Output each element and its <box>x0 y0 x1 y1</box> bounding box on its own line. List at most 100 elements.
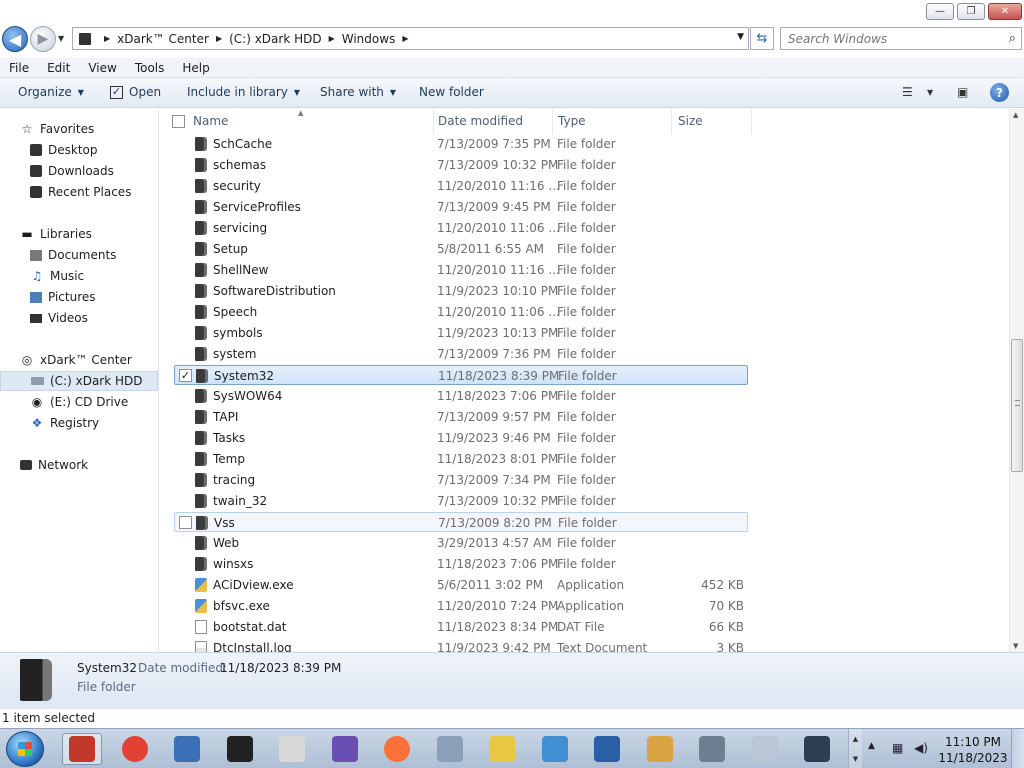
clock[interactable]: 11:10 PM 11/18/2023 <box>938 734 1008 766</box>
taskbar-app-button[interactable] <box>535 733 575 765</box>
select-all-checkbox[interactable] <box>172 115 185 128</box>
column-header-name[interactable]: Name <box>193 114 429 131</box>
file-row[interactable]: SchCache 7/13/2009 7:35 PM File folder <box>174 134 748 154</box>
nav-c-drive[interactable]: (C:) xDark HDD <box>0 371 158 391</box>
file-row[interactable]: Temp 11/18/2023 8:01 PM File folder <box>174 449 748 469</box>
taskbar-app-button[interactable] <box>482 733 522 765</box>
file-row[interactable]: security 11/20/2010 11:16 ... File folder <box>174 176 748 196</box>
file-row[interactable]: twain_32 7/13/2009 10:32 PM File folder <box>174 491 748 511</box>
taskbar-app-button[interactable] <box>640 733 680 765</box>
address-history-dropdown[interactable]: ▼ <box>737 32 744 42</box>
chevron-right-icon[interactable]: ▶ <box>216 34 222 43</box>
file-row[interactable]: servicing 11/20/2010 11:06 ... File folder <box>174 218 748 238</box>
file-row[interactable]: bootstat.dat 11/18/2023 8:34 PM DAT File 66… <box>174 617 748 637</box>
file-row[interactable]: ShellNew 11/20/2010 11:16 ... File folder <box>174 260 748 280</box>
file-row[interactable]: TAPI 7/13/2009 9:57 PM File folder <box>174 407 748 427</box>
nav-network[interactable]: Network <box>0 455 158 475</box>
network-tray-icon[interactable]: ▦ <box>892 741 906 755</box>
scroll-up-arrow-icon[interactable]: ▲ <box>853 735 858 743</box>
row-checkbox[interactable] <box>179 516 192 529</box>
nav-e-drive[interactable]: ◉ (E:) CD Drive <box>0 392 158 412</box>
breadcrumb-windows[interactable]: Windows <box>342 32 396 46</box>
taskbar-app-button[interactable] <box>745 733 785 765</box>
nav-desktop[interactable]: Desktop <box>0 140 158 160</box>
taskbar-app-button[interactable] <box>62 733 102 765</box>
file-row[interactable]: symbols 11/9/2023 10:13 PM File folder <box>174 323 748 343</box>
menu-help[interactable]: Help <box>173 61 218 75</box>
maximize-button[interactable]: ❐ <box>957 3 985 20</box>
file-row[interactable]: DtcInstall.log 11/9/2023 9:42 PM Text Docu… <box>174 638 748 652</box>
file-row[interactable]: SoftwareDistribution 11/9/2023 10:10 PM Fi… <box>174 281 748 301</box>
file-row[interactable]: ACiDview.exe 5/6/2011 3:02 PM Application 4… <box>174 575 748 595</box>
file-row[interactable]: SysWOW64 11/18/2023 7:06 PM File folder <box>174 386 748 406</box>
scroll-down-arrow-icon[interactable]: ▼ <box>1013 642 1018 650</box>
chevron-right-icon[interactable]: ▶ <box>104 34 110 43</box>
column-divider[interactable] <box>433 109 434 134</box>
taskbar-scroll[interactable]: ▲ ▼ <box>848 729 862 768</box>
nav-downloads[interactable]: Downloads <box>0 161 158 181</box>
scroll-down-arrow-icon[interactable]: ▼ <box>853 755 858 763</box>
start-button[interactable] <box>6 731 44 767</box>
taskbar-app-button[interactable] <box>220 733 260 765</box>
file-row[interactable]: ✓ System32 11/18/2023 8:39 PM File folder <box>174 365 748 385</box>
menu-file[interactable]: File <box>0 61 38 75</box>
search-input[interactable] <box>788 31 998 46</box>
menu-tools[interactable]: Tools <box>126 61 174 75</box>
recent-pages-dropdown[interactable]: ▼ <box>58 34 64 43</box>
close-button[interactable]: ✕ <box>988 3 1022 20</box>
file-row[interactable]: Speech 11/20/2010 11:06 ... File folder <box>174 302 748 322</box>
file-row[interactable]: winsxs 11/18/2023 7:06 PM File folder <box>174 554 748 574</box>
breadcrumb-computer[interactable]: xDark™ Center <box>117 32 209 46</box>
breadcrumb-c-drive[interactable]: (C:) xDark HDD <box>229 32 322 46</box>
forward-button[interactable]: ▶ <box>30 26 56 52</box>
change-view-button[interactable]: ☰ <box>902 85 913 99</box>
taskbar-app-button[interactable] <box>430 733 470 765</box>
file-row[interactable]: Web 3/29/2013 4:57 AM File folder <box>174 533 748 553</box>
file-row[interactable]: schemas 7/13/2009 10:32 PM File folder <box>174 155 748 175</box>
column-header-size[interactable]: Size <box>678 114 750 131</box>
nav-libraries[interactable]: ▬ Libraries <box>0 224 158 244</box>
chevron-right-icon[interactable]: ▶ <box>329 34 335 43</box>
view-options-dropdown[interactable]: ▼ <box>927 88 933 97</box>
nav-computer[interactable]: ◎ xDark™ Center <box>0 350 158 370</box>
show-hidden-icons-button[interactable]: ▲ <box>868 741 875 751</box>
show-desktop-button[interactable] <box>1011 729 1024 768</box>
back-button[interactable]: ◀ <box>2 26 28 52</box>
nav-registry[interactable]: ❖ Registry <box>0 413 158 433</box>
organize-button[interactable]: Organize ▼ <box>18 85 84 99</box>
refresh-button[interactable]: ⇆ <box>750 27 774 50</box>
menu-view[interactable]: View <box>79 61 125 75</box>
address-bar[interactable]: ▶ xDark™ Center ▶ (C:) xDark HDD ▶ Windo… <box>72 27 749 50</box>
file-row[interactable]: tracing 7/13/2009 7:34 PM File folder <box>174 470 748 490</box>
vertical-scrollbar[interactable]: ▲ ▼ <box>1009 109 1024 652</box>
taskbar-app-button[interactable] <box>587 733 627 765</box>
menu-edit[interactable]: Edit <box>38 61 79 75</box>
nav-music[interactable]: ♫ Music <box>0 266 158 286</box>
preview-pane-button[interactable]: ▣ <box>957 85 968 99</box>
file-row[interactable]: Tasks 11/9/2023 9:46 PM File folder <box>174 428 748 448</box>
nav-pictures[interactable]: Pictures <box>0 287 158 307</box>
taskbar-app-button[interactable] <box>692 733 732 765</box>
taskbar-app-button[interactable] <box>167 733 207 765</box>
taskbar-app-button[interactable] <box>272 733 312 765</box>
file-row[interactable]: ServiceProfiles 7/13/2009 9:45 PM File fol… <box>174 197 748 217</box>
new-folder-button[interactable]: New folder <box>419 85 484 99</box>
file-row[interactable]: Setup 5/8/2011 6:55 AM File folder <box>174 239 748 259</box>
nav-recent-places[interactable]: Recent Places <box>0 182 158 202</box>
scrollbar-thumb[interactable] <box>1011 339 1023 472</box>
open-button[interactable]: ✓ Open <box>110 85 161 99</box>
file-row[interactable]: Vss 7/13/2009 8:20 PM File folder <box>174 512 748 532</box>
scroll-up-arrow-icon[interactable]: ▲ <box>1013 111 1018 119</box>
chevron-right-icon[interactable]: ▶ <box>402 34 408 43</box>
taskbar-app-button[interactable] <box>115 733 155 765</box>
column-header-type[interactable]: Type <box>558 114 668 131</box>
row-checkbox[interactable]: ✓ <box>179 369 192 382</box>
taskbar-app-button[interactable] <box>377 733 417 765</box>
include-in-library-button[interactable]: Include in library ▼ <box>187 85 300 99</box>
taskbar-app-button[interactable] <box>797 733 837 765</box>
search-icon[interactable]: ⌕ <box>1009 31 1016 46</box>
share-with-button[interactable]: Share with ▼ <box>320 85 396 99</box>
column-header-date-modified[interactable]: Date modified <box>438 114 550 131</box>
file-row[interactable]: system 7/13/2009 7:36 PM File folder <box>174 344 748 364</box>
file-row[interactable]: bfsvc.exe 11/20/2010 7:24 PM Application 70… <box>174 596 748 616</box>
